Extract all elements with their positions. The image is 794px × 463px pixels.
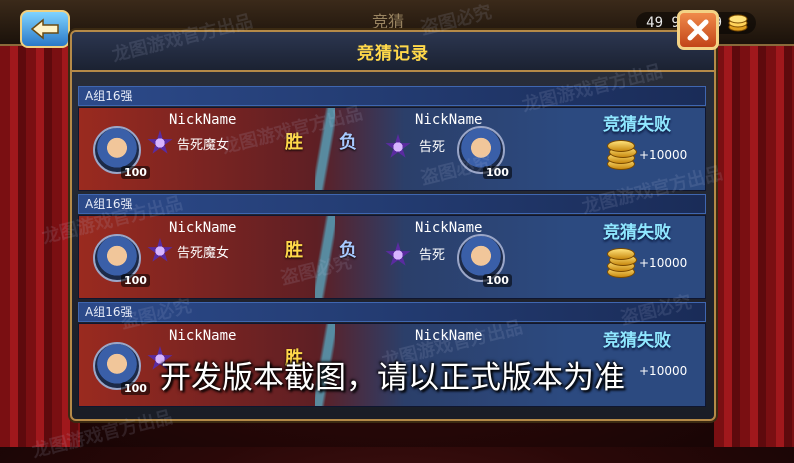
close-button[interactable] [677,10,719,50]
left-player-nickname: NickName [169,328,237,344]
right-player-faction: 告死 [419,248,446,263]
coin-icon [728,14,748,32]
coin-stack-icon [605,140,637,170]
reward-amount: +10000 [639,256,688,270]
dialog-title: 竞猜记录 [357,43,429,64]
left-player-level: 100 [121,274,150,287]
record-item: A组16强 100 NickName 告死魔女 胜 负 NickName 告死 … [78,86,706,191]
curtain-right [714,40,794,447]
coin-stack-icon [605,248,637,278]
right-faction-emblem-icon [385,242,411,266]
left-faction-emblem-icon [147,238,173,262]
match-row: 100 NickName 告死魔女 胜 负 NickName 告死 100 竞猜… [78,107,706,191]
left-player-level: 100 [121,166,150,179]
right-player-level: 100 [483,166,512,179]
group-label: A组16强 [78,302,706,322]
win-label: 胜 [285,132,303,153]
dev-build-notice: 开发版本截图，请以正式版本为准 [160,360,625,396]
dialog-header: 竞猜记录 [72,32,714,72]
right-player-level: 100 [483,274,512,287]
curtain-left [0,40,80,447]
record-item: A组16强 100 NickName 告死魔女 胜 负 NickName 告死 … [78,194,706,299]
result-label: 竞猜失败 [603,331,671,351]
left-faction-emblem-icon [147,130,173,154]
right-player-faction: 告死 [419,140,446,155]
left-player-level: 100 [121,382,150,395]
left-player-faction: 告死魔女 [177,138,230,153]
win-label: 胜 [285,240,303,261]
right-faction-emblem-icon [385,134,411,158]
result-label: 竞猜失败 [603,223,671,243]
left-player-nickname: NickName [169,112,237,128]
group-label: A组16强 [78,194,706,214]
right-player-nickname: NickName [415,112,483,128]
back-button[interactable] [20,10,70,48]
group-label: A组16强 [78,86,706,106]
close-x-icon [687,19,709,41]
lose-label: 负 [339,132,357,153]
reward-amount: +10000 [639,148,688,162]
reward-amount: +10000 [639,364,688,378]
left-player-faction: 告死魔女 [177,246,230,261]
match-row: 100 NickName 告死魔女 胜 负 NickName 告死 100 竞猜… [78,215,706,299]
right-player-nickname: NickName [415,328,483,344]
screen-title: 竞猜 [372,12,405,31]
result-label: 竞猜失败 [603,115,671,135]
lose-label: 负 [339,240,357,261]
left-player-nickname: NickName [169,220,237,236]
back-arrow-icon [30,18,59,40]
right-player-nickname: NickName [415,220,483,236]
